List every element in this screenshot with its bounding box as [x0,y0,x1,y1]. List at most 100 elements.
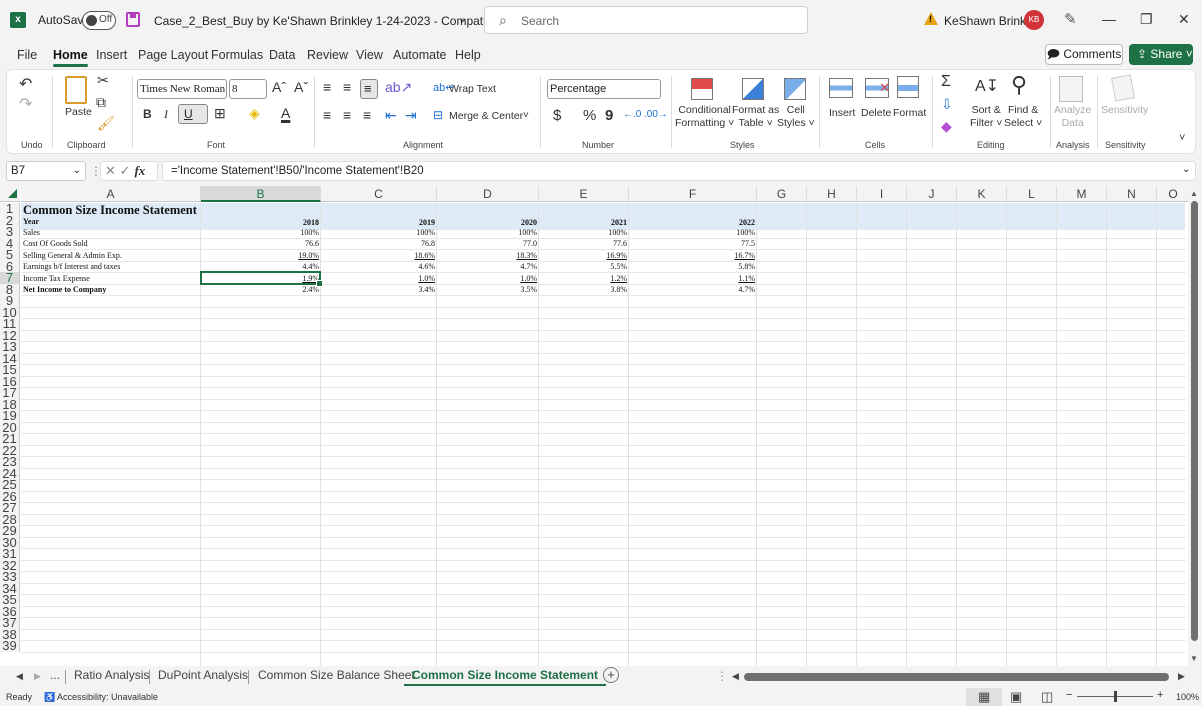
comma-button[interactable]: 9 [605,107,613,124]
tab-home[interactable]: Home [53,48,88,67]
row-label-cell[interactable]: Sales [23,227,40,238]
value-cell[interactable]: 5.5% [539,261,627,272]
more-sheets-button[interactable]: ... [50,668,60,682]
copy-icon[interactable]: ⧉ [96,94,106,111]
tab-file[interactable]: File [17,48,37,62]
column-header-b[interactable]: B [201,186,321,202]
insert-button[interactable]: Insert [829,107,855,119]
year-label-cell[interactable]: Year [23,216,39,227]
format-as-table-icon[interactable] [742,78,764,100]
avatar[interactable]: KB [1024,10,1044,30]
horizontal-scroll-thumb[interactable] [744,673,1169,681]
sheet-title-cell[interactable]: Common Size Income Statement [23,203,197,218]
column-header-a[interactable]: A [21,186,201,202]
font-name-select[interactable]: Times New Roman [137,79,227,99]
accessibility-icon[interactable]: ♿ [44,692,55,703]
next-sheet-icon[interactable]: ▶ [34,671,41,682]
value-cell[interactable]: 77.5 [629,238,755,249]
add-sheet-button[interactable]: + [603,667,619,683]
merge-center-button[interactable]: Merge & Center [449,110,523,122]
tab-review[interactable]: Review [307,48,348,62]
tab-page-layout[interactable]: Page Layout [138,48,208,62]
row-header[interactable]: 39 [0,639,20,652]
increase-decimal-icon[interactable]: ←.0 [623,109,641,120]
sort-filter-button[interactable]: Sort & Filter ˅ [970,104,1002,130]
value-cell[interactable]: 100% [629,227,755,238]
save-icon[interactable] [126,12,140,27]
fill-icon[interactable]: ⇩ [941,96,953,113]
percent-button[interactable]: % [583,107,596,124]
column-header-h[interactable]: H [807,186,857,202]
selected-cell[interactable] [200,271,323,286]
title-chevron-icon[interactable]: ⌄ [458,12,467,25]
align-top-icon[interactable]: ≡ [323,79,331,95]
name-box[interactable]: B7 ⌄ [6,161,86,181]
find-select-button[interactable]: Find & Select ˅ [1004,104,1042,130]
sheet-tab-common-size-balance-sheet[interactable]: Common Size Balance Sheet [258,668,415,682]
scroll-down-icon[interactable]: ▼ [1190,654,1198,663]
column-header-i[interactable]: I [857,186,907,202]
value-cell[interactable]: 19.0% [201,250,319,261]
enter-icon[interactable]: ✓ [120,163,131,178]
prev-sheet-icon[interactable]: ◀ [16,671,23,682]
conditional-formatting-button[interactable]: Conditional Formatting ˅ [675,104,734,130]
normal-view-button[interactable]: ▦ [966,688,1002,706]
value-cell[interactable]: 1.2% [539,273,627,284]
select-all-button[interactable] [0,186,20,202]
borders-icon[interactable]: ⊞ [214,105,226,122]
value-cell[interactable]: 3.4% [321,284,435,295]
find-select-icon[interactable]: ⚲ [1011,72,1027,98]
column-header-g[interactable]: G [757,186,807,202]
formula-input[interactable]: ='Income Statement'!B50/'Income Statemen… [162,161,1196,181]
undo-icon[interactable]: ↶ [19,74,32,94]
paste-icon[interactable] [65,76,87,104]
row-label-cell[interactable]: Selling General & Admin Exp. [23,250,122,261]
value-cell[interactable]: 16.7% [629,250,755,261]
tab-help[interactable]: Help [455,48,481,62]
tab-automate[interactable]: Automate [393,48,447,62]
sheet-tab-dupoint-analysis[interactable]: DuPoint Analysis [158,668,248,682]
align-right-icon[interactable]: ≡ [363,107,371,123]
column-header-d[interactable]: D [437,186,539,202]
value-cell[interactable]: 100% [321,227,435,238]
align-center-icon[interactable]: ≡ [343,107,351,123]
vertical-scrollbar[interactable]: ▲ ▼ [1188,186,1202,666]
insert-cells-icon[interactable] [829,78,853,98]
tab-insert[interactable]: Insert [96,48,127,62]
value-cell[interactable]: 76.6 [201,238,319,249]
sheet-tab-common-size-income-statement[interactable]: Common Size Income Statement [403,668,607,686]
comments-button[interactable]: 🗩 Comments [1045,44,1123,65]
autosave-toggle[interactable]: Off [82,11,116,30]
currency-button[interactable]: $ [553,107,561,124]
format-as-table-button[interactable]: Format as Table ˅ [732,104,779,130]
conditional-formatting-icon[interactable] [691,78,713,100]
merge-chevron-icon[interactable]: ˅ [523,110,529,121]
zoom-in-button[interactable]: + [1157,689,1163,701]
value-cell[interactable]: 100% [201,227,319,238]
wrap-text-button[interactable]: Wrap Text [449,83,496,95]
cell-styles-icon[interactable] [784,78,806,100]
restore-button[interactable]: ❐ [1140,11,1153,28]
vertical-scroll-thumb[interactable] [1191,201,1198,641]
increase-font-icon[interactable]: Aˆ [272,79,286,95]
format-painter-icon[interactable]: 🖌 [97,115,115,132]
align-middle-icon[interactable]: ≡ [343,79,351,95]
zoom-out-button[interactable]: − [1066,689,1072,701]
cancel-icon[interactable]: ✕ [105,163,116,178]
cut-icon[interactable]: ✂ [97,72,109,89]
scroll-right-icon[interactable]: ▶ [1178,671,1185,682]
scroll-up-icon[interactable]: ▲ [1190,189,1198,198]
value-cell[interactable]: 76.8 [321,238,435,249]
column-header-l[interactable]: L [1007,186,1057,202]
minimize-button[interactable]: — [1102,11,1116,27]
cell-styles-button[interactable]: Cell Styles ˅ [777,104,815,130]
value-cell[interactable]: 3.5% [437,284,537,295]
number-format-select[interactable]: Percentage [547,79,661,99]
value-cell[interactable]: 4.7% [629,284,755,295]
tab-splitter-icon[interactable]: ⋮ [716,669,728,683]
column-header-j[interactable]: J [907,186,957,202]
sheet-tab-ratio-analysis[interactable]: Ratio Analysis [74,668,149,682]
clear-icon[interactable]: ◆ [941,118,952,135]
value-cell[interactable]: 1.0% [321,273,435,284]
autosum-icon[interactable]: Σ [941,73,951,91]
